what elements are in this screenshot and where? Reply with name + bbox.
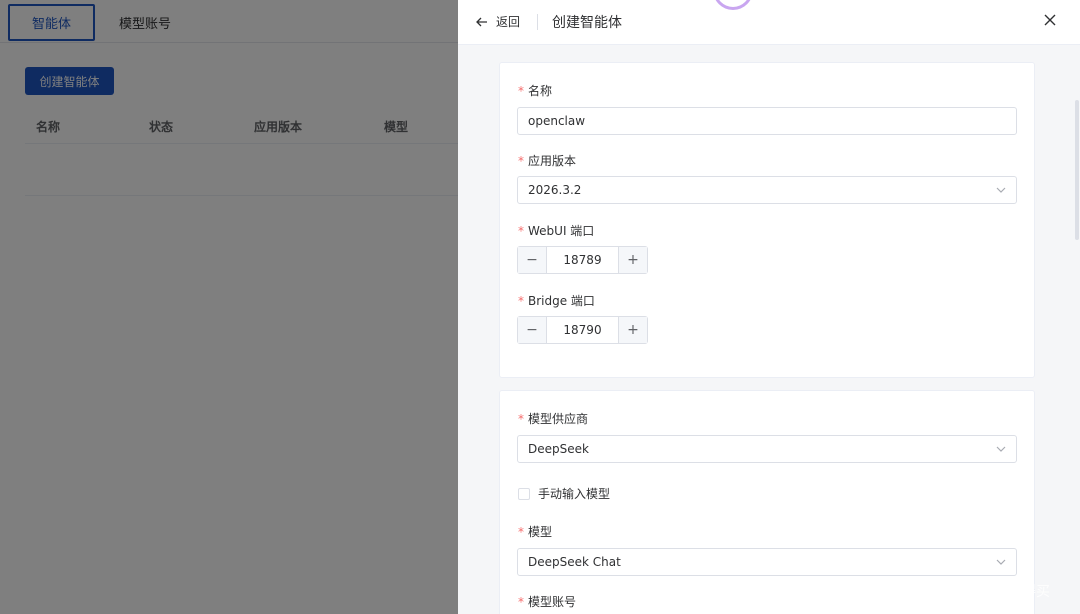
model-label: * 模型	[518, 525, 553, 539]
manual-model-checkbox[interactable]: 手动输入模型	[518, 485, 610, 502]
watermark: 值 什么值得买	[952, 580, 1050, 602]
webui-port-decrement[interactable]: −	[518, 247, 547, 273]
back-label: 返回	[496, 15, 521, 29]
version-select[interactable]: 2026.3.2	[517, 176, 1017, 204]
provider-select[interactable]: DeepSeek	[517, 435, 1017, 463]
avatar	[713, 0, 753, 10]
bridge-port-increment[interactable]: +	[618, 317, 647, 343]
webui-port-label: * WebUI 端口	[518, 224, 595, 238]
model-select[interactable]: DeepSeek Chat	[517, 548, 1017, 576]
arrow-left-icon	[476, 17, 487, 26]
manual-model-label: 手动输入模型	[538, 487, 611, 501]
close-icon	[1044, 14, 1056, 26]
drawer-title: 创建智能体	[552, 15, 622, 31]
scrollbar-thumb[interactable]	[1075, 100, 1079, 240]
back-button[interactable]: 返回	[476, 13, 520, 30]
webui-port-stepper[interactable]: − 18789 +	[517, 246, 648, 274]
watermark-logo: 值	[952, 580, 974, 602]
drawer-scrollbar[interactable]	[1075, 45, 1080, 614]
webui-port-increment[interactable]: +	[618, 247, 647, 273]
chevron-down-icon	[996, 559, 1006, 565]
drawer-header: 返回 创建智能体	[458, 0, 1080, 45]
close-button[interactable]	[1043, 13, 1057, 31]
checkbox-box[interactable]	[518, 487, 530, 500]
provider-label: * 模型供应商	[518, 412, 589, 426]
bridge-port-label: * Bridge 端口	[518, 294, 595, 308]
basic-info-section: * 名称 openclaw * 应用版本 2026.3.2 * WebUI 端口 − …	[499, 62, 1035, 378]
chevron-down-icon	[996, 187, 1006, 193]
name-input[interactable]: openclaw	[517, 107, 1017, 135]
webui-port-value[interactable]: 18789	[547, 247, 618, 273]
bridge-port-decrement[interactable]: −	[518, 317, 547, 343]
header-divider	[537, 14, 538, 30]
name-label: * 名称	[518, 84, 553, 98]
bridge-port-stepper[interactable]: − 18790 +	[517, 316, 648, 344]
model-account-label: * 模型账号	[518, 595, 577, 609]
chevron-down-icon	[996, 446, 1006, 452]
create-agent-drawer: 返回 创建智能体 * 名称 openclaw * 应用版本 2026.3.2 * We…	[458, 0, 1080, 614]
bridge-port-value[interactable]: 18790	[547, 317, 618, 343]
version-label: * 应用版本	[518, 154, 577, 168]
watermark-text: 什么值得买	[980, 584, 1050, 600]
